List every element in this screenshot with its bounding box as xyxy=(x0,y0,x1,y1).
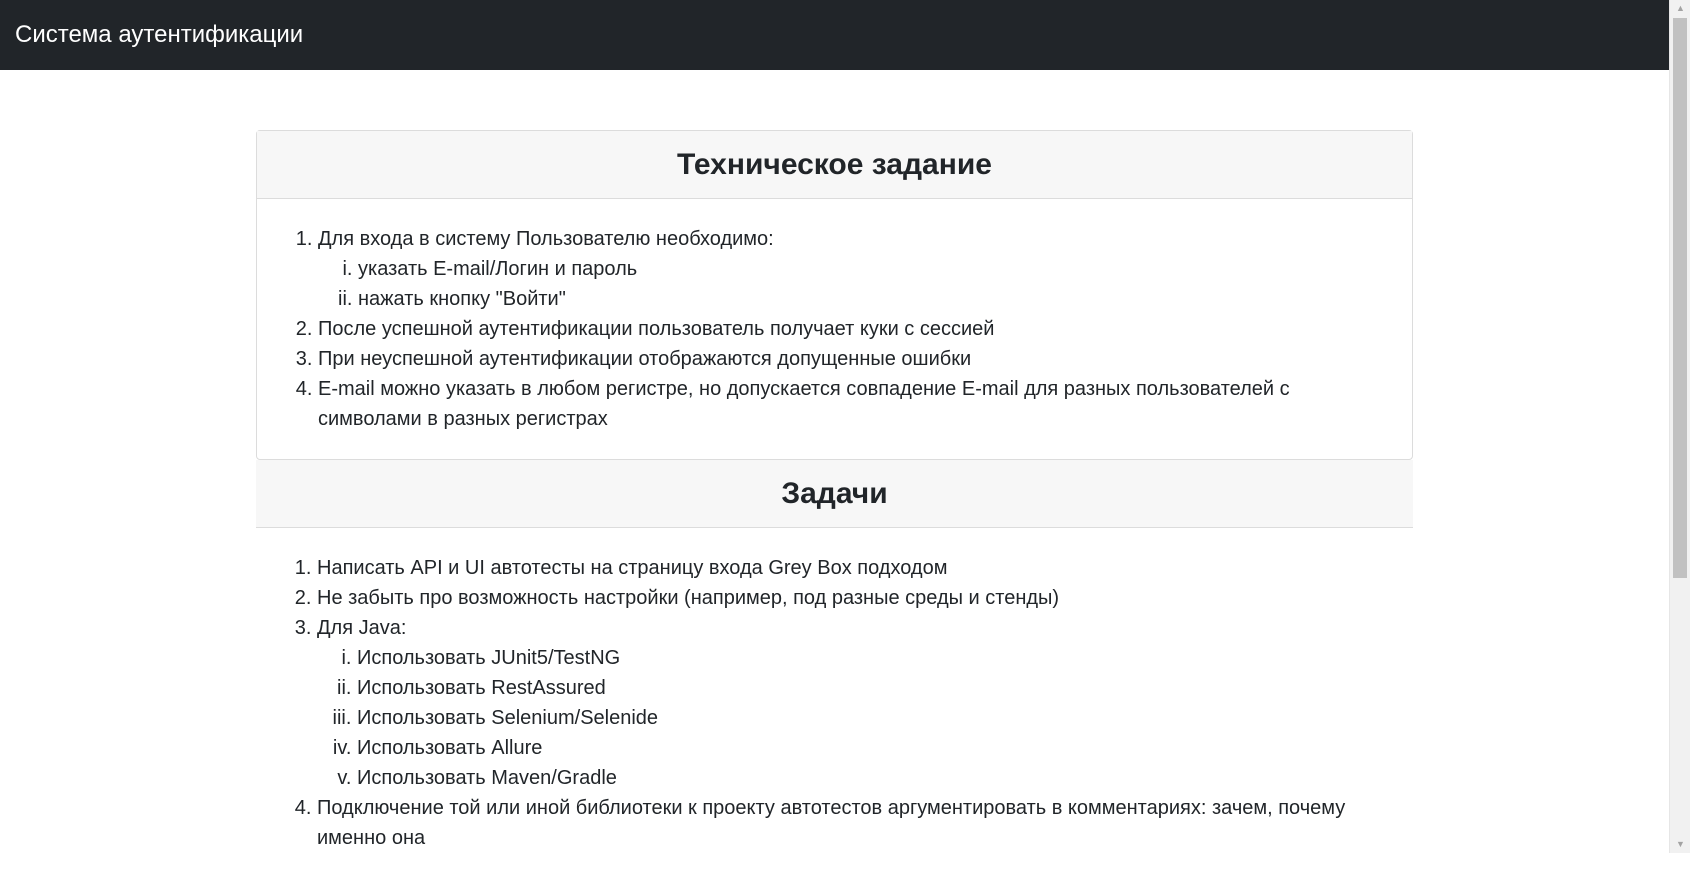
sublist-item: Использовать RestAssured xyxy=(357,673,1388,703)
scrollbar-thumb[interactable] xyxy=(1673,18,1687,578)
sublist-item: Использовать JUnit5/TestNG xyxy=(357,643,1388,673)
sublist-item: Использовать Maven/Gradle xyxy=(357,763,1388,793)
list-item: При неуспешной аутентификации отображают… xyxy=(318,344,1387,374)
list-item-text: Для входа в систему Пользователю необход… xyxy=(318,228,774,250)
spec-card-body: Для входа в систему Пользователю необход… xyxy=(257,199,1412,459)
tasks-list: Написать API и UI автотесты на страницу … xyxy=(281,553,1388,853)
list-item: Написать API и UI автотесты на страницу … xyxy=(317,553,1388,583)
spec-sublist: указать E-mail/Логин и пароль нажать кно… xyxy=(318,254,1387,314)
sublist-item: нажать кнопку "Войти" xyxy=(358,284,1387,314)
vertical-scrollbar[interactable]: ▲ ▼ xyxy=(1669,0,1690,853)
main-content: Техническое задание Для входа в систему … xyxy=(256,130,1413,878)
sublist-item: указать E-mail/Логин и пароль xyxy=(358,254,1387,284)
tasks-card-body: Написать API и UI автотесты на страницу … xyxy=(256,528,1413,878)
navbar-brand[interactable]: Система аутентификации xyxy=(15,21,303,49)
list-item: Подключение той или иной библиотеки к пр… xyxy=(317,793,1388,853)
spec-list: Для входа в систему Пользователю необход… xyxy=(282,224,1387,434)
list-item: Не забыть про возможность настройки (нап… xyxy=(317,583,1388,613)
spec-card-title: Техническое задание xyxy=(257,131,1412,199)
scroll-down-icon[interactable]: ▼ xyxy=(1670,836,1690,853)
top-navbar: Система аутентификации xyxy=(0,0,1669,70)
list-item: Для Java: Использовать JUnit5/TestNG Исп… xyxy=(317,613,1388,793)
list-item: E-mail можно указать в любом регистре, н… xyxy=(318,374,1387,434)
tasks-sublist: Использовать JUnit5/TestNG Использовать … xyxy=(317,643,1388,793)
list-item: Для входа в систему Пользователю необход… xyxy=(318,224,1387,314)
list-item-text: Для Java: xyxy=(317,617,407,639)
scroll-up-icon[interactable]: ▲ xyxy=(1670,0,1690,17)
tasks-card: Задачи Написать API и UI автотесты на ст… xyxy=(256,460,1413,878)
spec-card: Техническое задание Для входа в систему … xyxy=(256,130,1413,460)
sublist-item: Использовать Allure xyxy=(357,733,1388,763)
tasks-card-title: Задачи xyxy=(256,460,1413,528)
list-item: После успешной аутентификации пользовате… xyxy=(318,314,1387,344)
sublist-item: Использовать Selenium/Selenide xyxy=(357,703,1388,733)
